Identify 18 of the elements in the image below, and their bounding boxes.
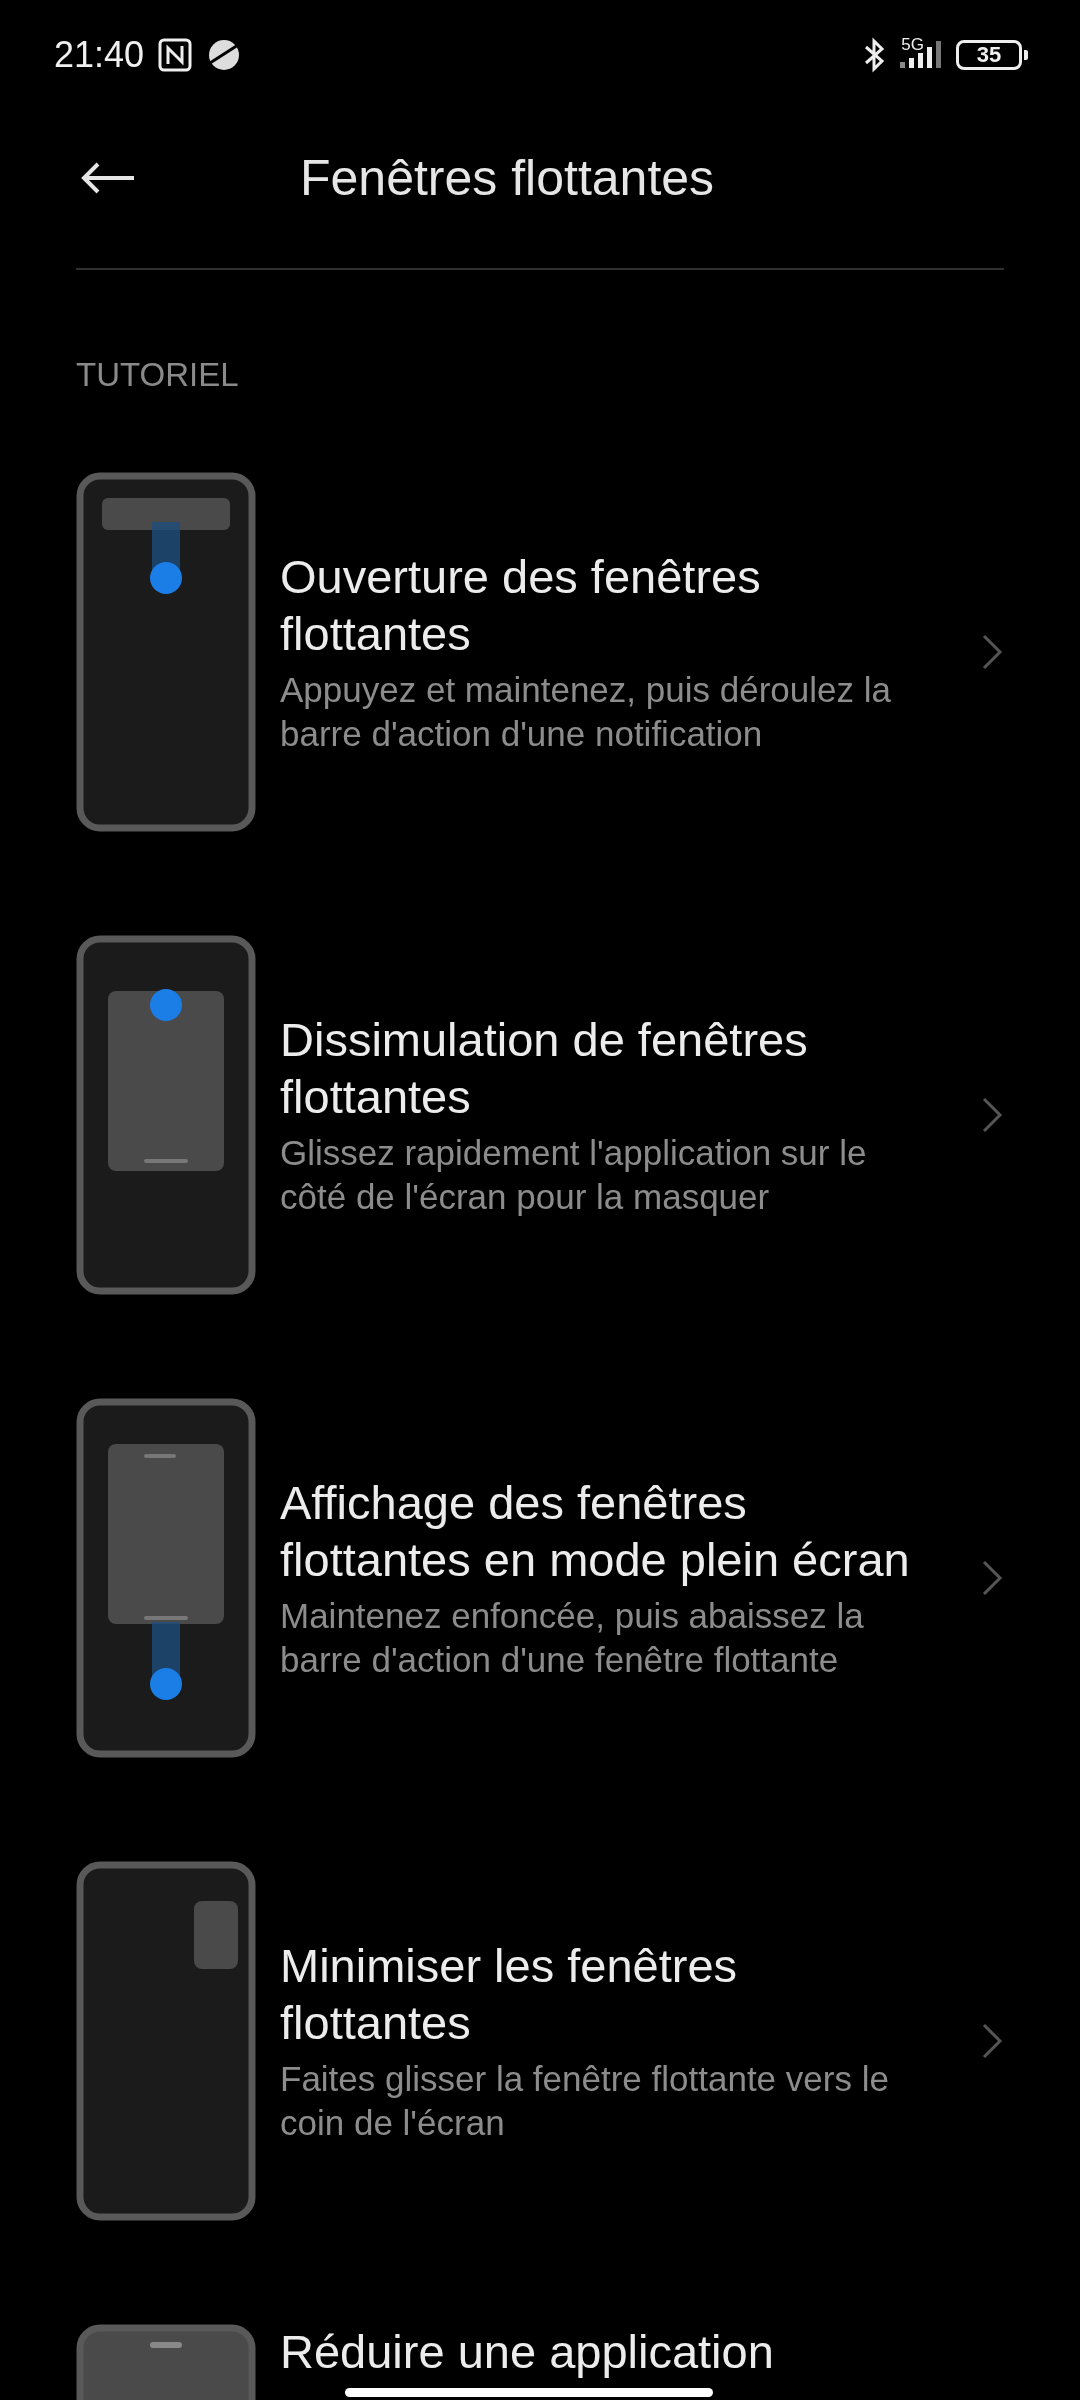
tutorial-title[interactable]: Affichage des fenêtres flottantes en mode plein écran (280, 1474, 928, 1588)
tutorial-title[interactable]: Dissimulation de fenêtres flottantes (280, 1011, 928, 1125)
chevron-icon (980, 1095, 1004, 1135)
page-title: Fenêtres flottantes (300, 149, 715, 207)
tutorial-description: Faites glisser la fenêtre flottante vers le coin de l'écran (280, 2058, 890, 2144)
tutorial-description: Appuyez et maintenez, puis déroulez la barre d'action d'une notification (280, 669, 892, 755)
section-label: TUTORIEL (76, 356, 239, 394)
chevron-icon (980, 2021, 1004, 2061)
tutorial-title[interactable]: Minimiser les fenêtres flottantes (280, 1937, 928, 2051)
network-type: 5G (901, 35, 924, 53)
nfc-icon (158, 38, 193, 72)
chevron-icon (980, 632, 1004, 672)
tutorial-title[interactable]: Ouverture des fenêtres flottantes (280, 548, 928, 662)
tutorial-description: Maintenez enfoncée, puis abaissez la barre d'action d'une fenêtre flottante (280, 1595, 865, 1681)
clock: 21:40 (54, 34, 145, 76)
signal-icon (898, 40, 942, 70)
chevron-icon (980, 1558, 1004, 1598)
tutorial-description: Glissez rapidement l'application sur le côté de l'écran pour la masquer (280, 1132, 868, 1218)
